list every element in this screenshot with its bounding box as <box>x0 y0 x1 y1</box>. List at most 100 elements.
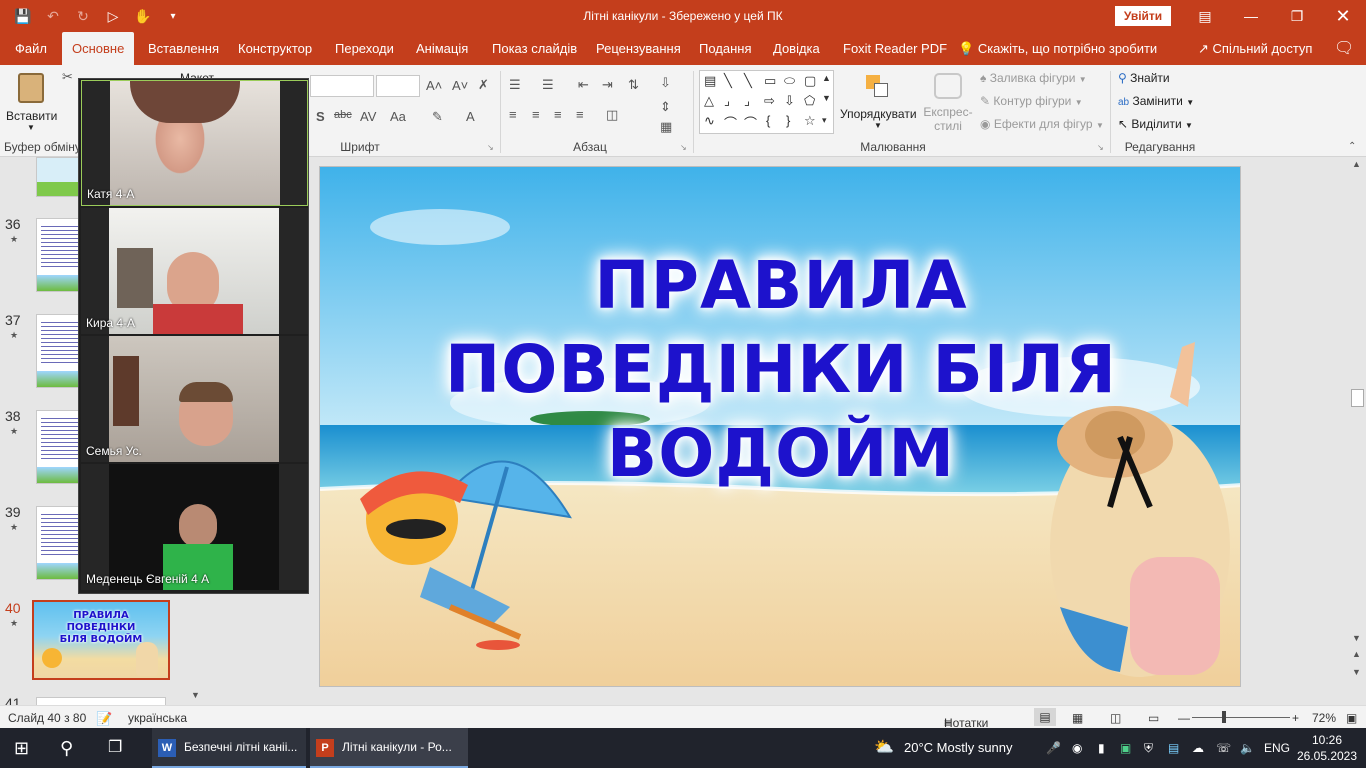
line-shape-icon[interactable]: ╲ <box>724 73 732 89</box>
elbow-arrow-icon[interactable]: ⌟ <box>744 93 750 109</box>
triangle-shape-icon[interactable]: △ <box>704 93 714 109</box>
select-button[interactable]: ↖ Виділити ▼ <box>1118 117 1193 131</box>
paste-button[interactable]: Вставити ▼ <box>6 71 57 135</box>
system-clock[interactable]: 10:26 26.05.2023 <box>1296 732 1358 764</box>
drawing-dialog-launcher-icon[interactable]: ↘ <box>1097 143 1104 152</box>
share-button[interactable]: ↗ Спільний доступ <box>1198 32 1312 65</box>
right-brace-shape-icon[interactable]: } <box>786 113 790 128</box>
previous-slide-icon[interactable]: ▲ <box>1352 649 1361 659</box>
tab-insert[interactable]: Вставлення <box>148 32 219 65</box>
tab-file[interactable]: Файл <box>15 32 47 65</box>
minimize-button[interactable]: — <box>1228 0 1274 32</box>
reading-view-icon[interactable]: ◫ <box>1110 711 1121 725</box>
participant-tile[interactable]: Катя 4-А <box>81 80 308 206</box>
zoom-in-icon[interactable]: + <box>1292 711 1299 725</box>
text-direction-icon[interactable]: ⇩ <box>660 75 671 91</box>
tab-foxit[interactable]: Foxit Reader PDF <box>843 32 947 65</box>
shape-fill-button[interactable]: ♠ Заливка фігури ▼ <box>980 71 1087 85</box>
slide-title-line-2[interactable]: ПОВЕДІНКИ БІЛЯ <box>320 328 1240 412</box>
font-dialog-launcher-icon[interactable]: ↘ <box>487 143 494 152</box>
font-color-icon[interactable]: A <box>466 109 475 124</box>
microphone-icon[interactable]: 🎤 <box>1046 728 1061 768</box>
tab-transitions[interactable]: Переходи <box>335 32 394 65</box>
scroll-up-icon[interactable]: ▲ <box>1352 159 1361 169</box>
tab-animations[interactable]: Анімація <box>416 32 468 65</box>
text-box-shape-icon[interactable]: ▤ <box>704 73 716 89</box>
slide-thumbnail-40-selected[interactable]: ПРАВИЛА ПОВЕДІНКИ БІЛЯ ВОДОЙМ <box>32 600 170 680</box>
input-language[interactable]: ENG <box>1264 728 1290 768</box>
taskbar-app-word[interactable]: W Безпечні літні каніі... <box>152 728 306 768</box>
weather-text[interactable]: 20°C Mostly sunny <box>904 728 1013 768</box>
shapes-more-icon[interactable]: ▾ <box>822 115 827 126</box>
tab-review[interactable]: Рецензування <box>596 32 681 65</box>
undo-icon[interactable]: ↶ <box>44 8 62 25</box>
replace-button[interactable]: ab Замінити ▼ <box>1118 94 1194 108</box>
left-brace-shape-icon[interactable]: { <box>766 113 770 128</box>
shapes-scroll-down-icon[interactable]: ▼ <box>822 93 831 103</box>
participant-tile[interactable]: Семья Ус. <box>81 336 308 462</box>
right-arrow-shape-icon[interactable]: ⇨ <box>764 93 775 109</box>
align-center-icon[interactable]: ≡ <box>532 107 540 122</box>
slide-title-line-3[interactable]: ВОДОЙМ <box>320 412 1240 496</box>
line-spacing-icon[interactable]: ⇅ <box>628 77 639 93</box>
participant-tile[interactable]: Кира 4-А <box>81 208 308 334</box>
align-text-icon[interactable]: ⇕ <box>660 99 671 115</box>
decrease-font-icon[interactable]: A˅ <box>452 78 468 93</box>
windows-start-icon[interactable]: ⊞ <box>14 728 29 768</box>
clear-formatting-icon[interactable]: ✗ <box>478 77 489 93</box>
start-from-beginning-icon[interactable]: ▷ <box>104 8 122 25</box>
scrollbar-thumb[interactable] <box>1351 389 1364 407</box>
justify-icon[interactable]: ≡ <box>576 107 584 122</box>
down-arrow-shape-icon[interactable]: ⇩ <box>784 93 795 109</box>
touch-mode-icon[interactable]: ✋ <box>134 8 152 25</box>
sign-in-button[interactable]: Увійти <box>1115 6 1171 26</box>
paragraph-dialog-launcher-icon[interactable]: ↘ <box>680 143 687 152</box>
rounded-rect-shape-icon[interactable]: ▢ <box>804 73 816 89</box>
align-right-icon[interactable]: ≡ <box>554 107 562 122</box>
spelling-icon[interactable]: 📝 <box>96 711 112 727</box>
search-icon[interactable]: ⚲ <box>60 728 73 768</box>
elbow-connector-icon[interactable]: ⌟ <box>724 93 730 109</box>
zoom-slider[interactable] <box>1192 717 1290 718</box>
onedrive-icon[interactable]: ☁ <box>1192 728 1204 768</box>
numbering-icon[interactable]: ☰ <box>542 77 554 93</box>
volume-icon[interactable]: 🔈 <box>1240 728 1255 768</box>
normal-view-icon[interactable]: ▤ <box>1034 708 1056 726</box>
shapes-gallery[interactable]: ▤ ╲ ╲ ▭ ⬭ ▢ △ ⌟ ⌟ ⇨ ⇩ ⬠ ∿ ⌒ ⌒ { } ☆ ▲ ▼ … <box>699 70 834 134</box>
slide-thumbnail-41[interactable] <box>36 697 166 705</box>
character-spacing-icon[interactable]: AV <box>360 109 376 124</box>
zoom-out-icon[interactable]: — <box>1178 711 1190 725</box>
collapse-ribbon-icon[interactable]: ⌃ <box>1348 141 1356 152</box>
customize-toolbar-icon[interactable]: ▾ <box>164 11 182 22</box>
tab-slide-show[interactable]: Показ слайдів <box>492 32 577 65</box>
comments-icon[interactable]: 🗨 <box>1334 32 1354 65</box>
security-icon[interactable]: ⛨ <box>1144 728 1153 768</box>
change-case-icon[interactable]: Aa <box>390 109 406 124</box>
scroll-down-icon[interactable]: ▼ <box>191 690 200 700</box>
scroll-down-icon[interactable]: ▼ <box>1352 633 1361 643</box>
battery-icon[interactable]: ▮ <box>1098 728 1105 768</box>
tray-app-icon[interactable]: ▣ <box>1120 728 1131 768</box>
maximize-button[interactable]: ❐ <box>1274 0 1320 32</box>
language-indicator[interactable]: українська <box>128 711 187 725</box>
next-slide-icon[interactable]: ▼ <box>1352 667 1361 677</box>
tell-me-box[interactable]: 💡 Скажіть, що потрібно зробити <box>958 32 1157 65</box>
bullets-icon[interactable]: ☰ <box>509 77 521 93</box>
arc-shape-icon[interactable]: ⌒ <box>724 113 737 132</box>
shadow-icon[interactable]: S <box>316 109 325 124</box>
cut-icon[interactable]: ✂ <box>62 69 73 85</box>
slide-show-icon[interactable]: ▭ <box>1148 711 1159 725</box>
tab-view[interactable]: Подання <box>699 32 752 65</box>
tab-home[interactable]: Основне <box>62 32 135 65</box>
zoom-slider-thumb[interactable] <box>1222 711 1226 723</box>
zoom-tray-icon[interactable]: ◉ <box>1072 728 1082 768</box>
line-shape-icon-2[interactable]: ╲ <box>744 73 752 89</box>
tray-app-icon-2[interactable]: ▤ <box>1168 728 1179 768</box>
video-call-gallery[interactable]: Катя 4-А Кира 4-А Семья Ус. Меденець Євг… <box>78 78 309 594</box>
shape-effects-button[interactable]: ◉ Ефекти для фігур ▼ <box>980 117 1104 131</box>
weather-icon[interactable]: ⛅ <box>874 728 894 768</box>
taskbar-app-powerpoint[interactable]: P Літні канікули - Ро... <box>310 728 468 768</box>
save-icon[interactable]: 💾 <box>14 8 32 25</box>
smartart-icon[interactable]: ▦ <box>660 119 672 135</box>
tab-help[interactable]: Довідка <box>773 32 820 65</box>
